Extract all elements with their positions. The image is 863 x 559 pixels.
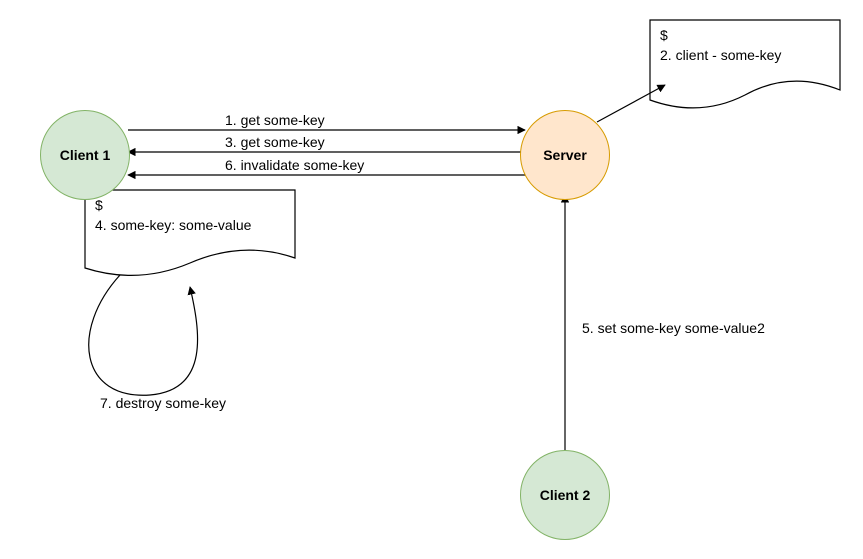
node-server: Server [520,110,610,200]
edges-layer [0,0,863,559]
node-client-2: Client 2 [520,450,610,540]
server-doc-line: 2. client - some-key [660,46,830,66]
edge-destroy-some-key [89,275,198,395]
label-e7: 7. destroy some-key [100,395,226,411]
diagram-stage: Client 1 Server Client 2 $ 2. client - s… [0,0,863,559]
node-server-label: Server [543,147,587,163]
client1-doc-line: 4. some-key: some-value [95,216,285,236]
edge-server-to-doc [597,85,665,122]
node-client-2-label: Client 2 [540,487,591,503]
client1-doc: $ 4. some-key: some-value [85,190,295,250]
server-doc: $ 2. client - some-key [650,20,840,80]
label-e6: 6. invalidate some-key [225,157,364,173]
node-client-1-label: Client 1 [60,147,111,163]
client1-doc-prompt: $ [95,196,285,216]
server-doc-prompt: $ [660,26,830,46]
label-e5: 5. set some-key some-value2 [582,320,765,336]
label-e1: 1. get some-key [225,112,325,128]
label-e3: 3. get some-key [225,134,325,150]
node-client-1: Client 1 [40,110,130,200]
